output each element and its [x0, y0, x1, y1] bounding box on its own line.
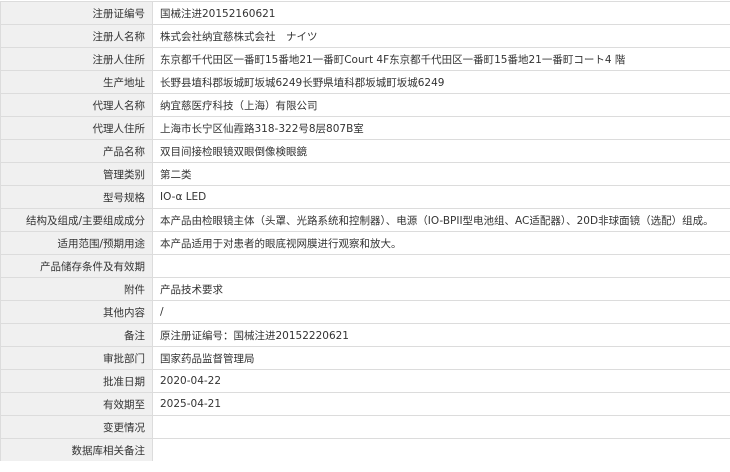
value-database-notes [153, 439, 730, 462]
value-agent-address: 上海市长宁区仙霞路318-322号8层807B室 [153, 117, 730, 140]
value-production-address: 长野县埴科郡坂城町坂城6249长野県埴科郡坂城町坂城6249 [153, 71, 730, 94]
value-registration-number: 国械注进20152160621 [153, 2, 730, 25]
label-change-status: 变更情况 [1, 416, 153, 439]
registration-detail-body: 注册证编号 国械注进20152160621 注册人名称 株式会社纳宜慈株式会社 … [1, 2, 730, 462]
row-agent-address: 代理人住所 上海市长宁区仙霞路318-322号8层807B室 [1, 117, 730, 140]
value-product-name: 双目间接检眼镜双眼倒像検眼鏡 [153, 140, 730, 163]
label-remarks: 备注 [1, 324, 153, 347]
row-other-content: 其他内容 / [1, 301, 730, 324]
row-structure-composition: 结构及组成/主要组成成分 本产品由检眼镜主体（头罩、光路系统和控制器）、电源（I… [1, 209, 730, 232]
value-agent-name: 纳宜慈医疗科技（上海）有限公司 [153, 94, 730, 117]
label-management-category: 管理类别 [1, 163, 153, 186]
value-other-content: / [153, 301, 730, 324]
label-other-content: 其他内容 [1, 301, 153, 324]
value-approval-date: 2020-04-22 [153, 370, 730, 393]
label-attachment: 附件 [1, 278, 153, 301]
row-intended-use: 适用范围/预期用途 本产品适用于对患者的眼底视网膜进行观察和放大。 [1, 232, 730, 255]
label-agent-name: 代理人名称 [1, 94, 153, 117]
label-production-address: 生产地址 [1, 71, 153, 94]
label-approval-date: 批准日期 [1, 370, 153, 393]
row-production-address: 生产地址 长野县埴科郡坂城町坂城6249长野県埴科郡坂城町坂城6249 [1, 71, 730, 94]
value-storage-validity [153, 255, 730, 278]
value-attachment: 产品技术要求 [153, 278, 730, 301]
row-remarks: 备注 原注册证编号：国械注进20152220621 [1, 324, 730, 347]
value-management-category: 第二类 [153, 163, 730, 186]
row-registrant-name: 注册人名称 株式会社纳宜慈株式会社 ナイツ [1, 25, 730, 48]
label-model-spec: 型号规格 [1, 186, 153, 209]
row-registration-number: 注册证编号 国械注进20152160621 [1, 2, 730, 25]
row-registrant-address: 注册人住所 东京都千代田区一番町15番地21一番町Court 4F东京都千代田区… [1, 48, 730, 71]
value-approval-department: 国家药品监督管理局 [153, 347, 730, 370]
label-approval-department: 审批部门 [1, 347, 153, 370]
label-structure-composition: 结构及组成/主要组成成分 [1, 209, 153, 232]
value-remarks: 原注册证编号：国械注进20152220621 [153, 324, 730, 347]
row-product-name: 产品名称 双目间接检眼镜双眼倒像検眼鏡 [1, 140, 730, 163]
label-database-notes: 数据库相关备注 [1, 439, 153, 462]
label-intended-use: 适用范围/预期用途 [1, 232, 153, 255]
value-structure-composition: 本产品由检眼镜主体（头罩、光路系统和控制器）、电源（IO-BPII型电池组、AC… [153, 209, 730, 232]
label-registrant-name: 注册人名称 [1, 25, 153, 48]
row-attachment: 附件 产品技术要求 [1, 278, 730, 301]
row-storage-validity: 产品储存条件及有效期 [1, 255, 730, 278]
row-database-notes: 数据库相关备注 [1, 439, 730, 462]
label-storage-validity: 产品储存条件及有效期 [1, 255, 153, 278]
label-valid-until: 有效期至 [1, 393, 153, 416]
row-approval-department: 审批部门 国家药品监督管理局 [1, 347, 730, 370]
row-management-category: 管理类别 第二类 [1, 163, 730, 186]
label-agent-address: 代理人住所 [1, 117, 153, 140]
value-change-status [153, 416, 730, 439]
value-registrant-address: 东京都千代田区一番町15番地21一番町Court 4F东京都千代田区一番町15番… [153, 48, 730, 71]
row-valid-until: 有效期至 2025-04-21 [1, 393, 730, 416]
registration-detail-table: 注册证编号 国械注进20152160621 注册人名称 株式会社纳宜慈株式会社 … [0, 1, 730, 461]
value-intended-use: 本产品适用于对患者的眼底视网膜进行观察和放大。 [153, 232, 730, 255]
row-change-status: 变更情况 [1, 416, 730, 439]
value-valid-until: 2025-04-21 [153, 393, 730, 416]
row-approval-date: 批准日期 2020-04-22 [1, 370, 730, 393]
label-registrant-address: 注册人住所 [1, 48, 153, 71]
label-registration-number: 注册证编号 [1, 2, 153, 25]
row-agent-name: 代理人名称 纳宜慈医疗科技（上海）有限公司 [1, 94, 730, 117]
row-model-spec: 型号规格 IO-α LED [1, 186, 730, 209]
label-product-name: 产品名称 [1, 140, 153, 163]
value-registrant-name: 株式会社纳宜慈株式会社 ナイツ [153, 25, 730, 48]
value-model-spec: IO-α LED [153, 186, 730, 209]
